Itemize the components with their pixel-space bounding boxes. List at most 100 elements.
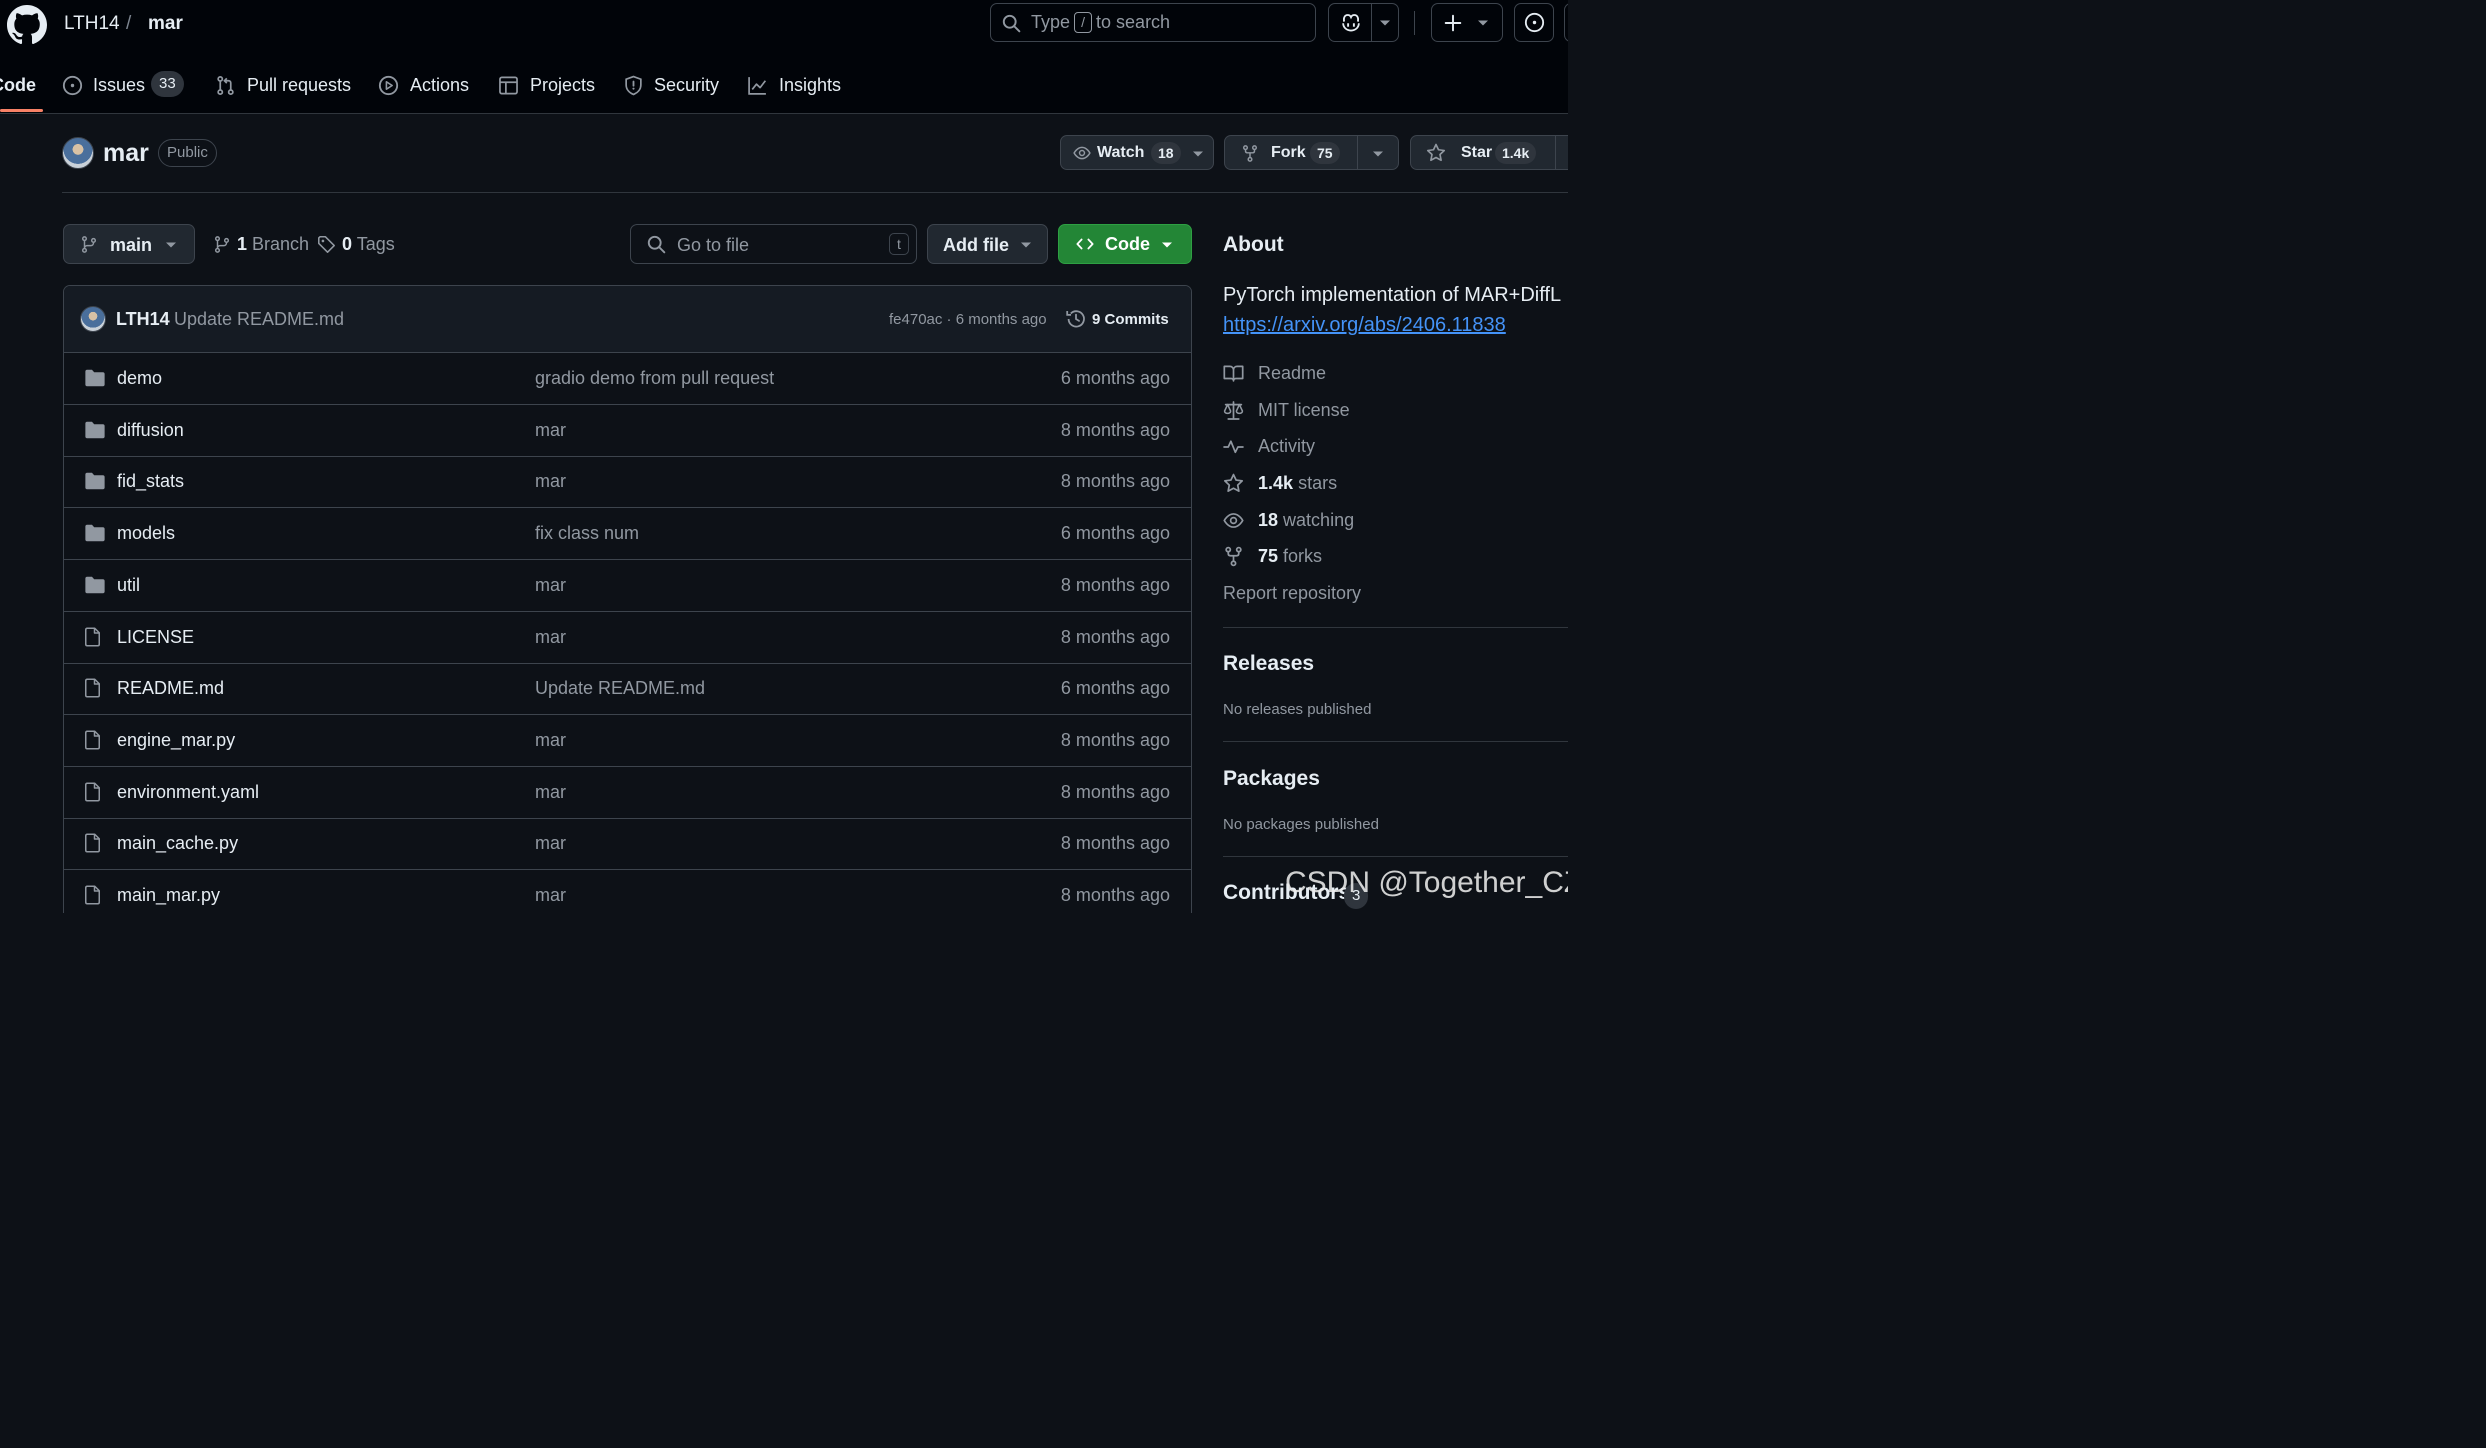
file-commit-message[interactable]: mar (535, 627, 566, 648)
chevron-down-icon[interactable] (1379, 19, 1391, 27)
file-name[interactable]: README.md (117, 678, 224, 699)
breadcrumb-repo[interactable]: mar (148, 12, 183, 36)
repo-website-link[interactable]: https://arxiv.org/abs/2406.11838 (1223, 314, 1506, 337)
eye-icon (1073, 146, 1091, 160)
tab-issues[interactable]: Issues 33 (62, 70, 187, 100)
commit-author-avatar[interactable] (80, 306, 106, 332)
code-button[interactable]: Code (1058, 224, 1192, 264)
repo-forked-icon (1225, 546, 1242, 567)
table-row[interactable]: main_cache.py mar 8 months ago (64, 818, 1191, 871)
pull-requests-button[interactable] (1564, 3, 1568, 42)
folder-icon (85, 369, 105, 387)
stars-link[interactable]: 1.4k stars (1223, 472, 1343, 496)
chevron-down-icon[interactable] (1372, 150, 1384, 158)
table-row[interactable]: environment.yaml mar 8 months ago (64, 767, 1191, 819)
packages-empty-text: No packages published (1223, 816, 1379, 833)
copilot-button[interactable] (1328, 3, 1399, 42)
tab-code[interactable]: Code (0, 70, 42, 100)
commit-message[interactable]: Update README.md (174, 309, 344, 330)
commit-sha-and-time[interactable]: fe470ac · 6 months ago (889, 311, 1047, 328)
table-row[interactable]: util mar 8 months ago (64, 560, 1191, 612)
search-icon (647, 235, 666, 254)
chevron-down-icon (1478, 20, 1488, 26)
file-name[interactable]: environment.yaml (117, 782, 259, 803)
file-name[interactable]: engine_mar.py (117, 730, 235, 751)
file-commit-message[interactable]: mar (535, 833, 566, 854)
folder-icon (85, 473, 105, 490)
tab-pull-requests[interactable]: Pull requests (215, 70, 351, 100)
issue-opened-icon (1524, 12, 1545, 33)
create-new-button[interactable] (1431, 3, 1503, 42)
commit-author[interactable]: LTH14 (116, 309, 170, 330)
file-commit-message[interactable]: gradio demo from pull request (535, 368, 774, 389)
packages-heading[interactable]: Packages (1223, 767, 1320, 791)
watching-link[interactable]: 18 watching (1223, 509, 1363, 533)
search-shortcut-key: / (1074, 12, 1093, 33)
activity-link[interactable]: Activity (1223, 435, 1333, 459)
file-commit-message[interactable]: mar (535, 782, 566, 803)
releases-empty-text: No releases published (1223, 701, 1372, 718)
folder-icon (85, 421, 105, 438)
visibility-badge: Public (158, 139, 217, 167)
file-name[interactable]: main_cache.py (117, 833, 238, 854)
file-icon (85, 833, 100, 853)
repo-title[interactable]: mar (103, 139, 149, 168)
file-commit-message[interactable]: Update README.md (535, 678, 705, 699)
file-commit-message[interactable]: mar (535, 730, 566, 751)
table-row[interactable]: demo gradio demo from pull request 6 month… (64, 353, 1191, 405)
go-to-file-input[interactable]: Go to file t (630, 224, 917, 264)
history-icon (1066, 310, 1085, 328)
table-row[interactable]: fid_stats mar 8 months ago (64, 456, 1191, 509)
watch-button[interactable]: Watch 18 (1060, 135, 1214, 170)
file-name[interactable]: LICENSE (117, 627, 194, 648)
folder-icon (85, 576, 105, 594)
repo-owner-avatar[interactable] (62, 137, 94, 169)
file-commit-message[interactable]: mar (535, 885, 566, 906)
file-commit-date: 6 months ago (1060, 368, 1170, 388)
table-row[interactable]: diffusion mar 8 months ago (64, 405, 1191, 457)
file-name[interactable]: demo (117, 368, 162, 389)
eye-icon (1223, 513, 1244, 528)
file-name[interactable]: models (117, 523, 175, 544)
github-logo-icon[interactable] (7, 5, 47, 45)
issues-button[interactable] (1514, 3, 1554, 42)
file-icon (85, 730, 100, 750)
fork-button[interactable]: Fork 75 (1224, 135, 1399, 170)
file-commit-message[interactable]: fix class num (535, 523, 639, 544)
file-name[interactable]: main_mar.py (117, 885, 220, 906)
tab-security[interactable]: Security (623, 70, 719, 100)
add-file-button[interactable]: Add file (927, 224, 1048, 264)
readme-link[interactable]: Readme (1223, 362, 1343, 386)
branch-selector-button[interactable]: main (63, 224, 195, 264)
star-button[interactable]: Star 1.4k (1410, 135, 1568, 170)
releases-heading[interactable]: Releases (1223, 652, 1314, 676)
tab-insights[interactable]: Insights (747, 70, 842, 100)
report-repository-link[interactable]: Report repository (1223, 582, 1373, 606)
top-header: LTH14 / mar Type/to search Code Issues (0, 0, 1568, 114)
tab-actions[interactable]: Actions (378, 70, 470, 100)
table-row[interactable]: main_mar.py mar 8 months ago (64, 870, 1191, 913)
file-icon (85, 885, 100, 905)
file-icon (85, 678, 100, 698)
file-icon (85, 627, 100, 646)
table-icon (499, 76, 518, 95)
tab-projects[interactable]: Projects (498, 70, 595, 100)
file-commit-date: 8 months ago (1060, 419, 1170, 440)
file-commit-message[interactable]: mar (535, 575, 566, 596)
table-row[interactable]: engine_mar.py mar 8 months ago (64, 715, 1191, 767)
issues-count-badge: 33 (151, 71, 184, 97)
file-commit-message[interactable]: mar (535, 420, 566, 441)
file-commit-message[interactable]: mar (535, 471, 566, 492)
table-row[interactable]: LICENSE mar 8 months ago (64, 612, 1191, 664)
file-name[interactable]: diffusion (117, 420, 184, 441)
table-row[interactable]: models fix class num 6 months ago (64, 508, 1191, 561)
file-name[interactable]: fid_stats (117, 471, 184, 492)
breadcrumb-owner[interactable]: LTH14 (64, 12, 120, 36)
watermark: CSDN @Together_CZ (1285, 866, 1568, 899)
go-to-file-placeholder: Go to file (677, 235, 750, 255)
global-search-input[interactable]: Type / to search (990, 3, 1316, 42)
license-link[interactable]: MIT license (1223, 399, 1373, 423)
file-name[interactable]: util (117, 575, 140, 596)
forks-link[interactable]: 75 forks (1223, 545, 1343, 569)
table-row[interactable]: README.md Update README.md 6 months ago (64, 663, 1191, 716)
